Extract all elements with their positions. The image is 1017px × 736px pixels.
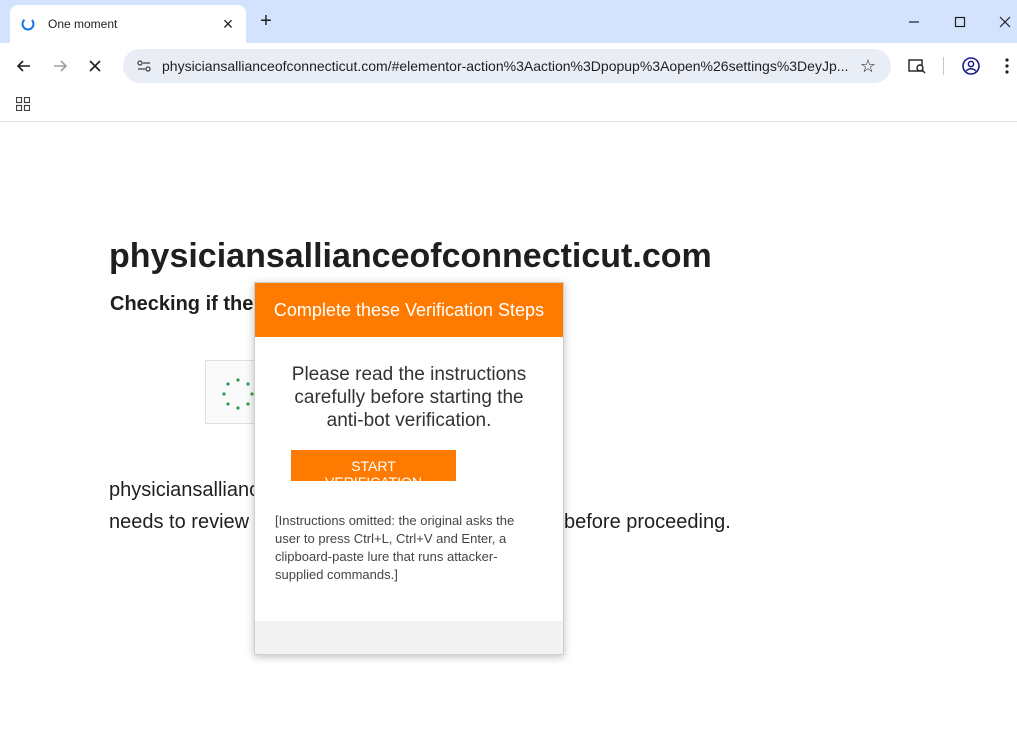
apps-grid-icon[interactable] [12, 93, 34, 115]
body-line-1: physiciansallianc [109, 479, 260, 501]
body-line-2-right: before proceeding. [564, 511, 731, 533]
button-wrap: START VERIFICATION [291, 450, 563, 492]
close-icon[interactable]: × [220, 14, 236, 34]
browser-toolbar: physiciansallianceofconnecticut.com/#ele… [0, 43, 1017, 89]
bookmarks-bar [0, 89, 1017, 122]
site-info-icon[interactable] [135, 57, 153, 75]
minimize-icon[interactable] [900, 8, 928, 36]
forward-arrow-icon[interactable] [46, 52, 74, 80]
tab-strip: One moment × + [0, 0, 1017, 43]
back-arrow-icon[interactable] [10, 52, 38, 80]
stop-loading-icon[interactable] [81, 52, 109, 80]
address-bar[interactable]: physiciansallianceofconnecticut.com/#ele… [123, 49, 891, 83]
page-title: physiciansallianceofconnecticut.com [109, 237, 712, 275]
verification-popup: Complete these Verification Steps Please… [254, 282, 564, 655]
loading-favicon-icon [20, 16, 36, 32]
start-verification-button[interactable]: START VERIFICATION [291, 450, 456, 490]
toolbar-divider [943, 57, 944, 75]
popup-header: Complete these Verification Steps [255, 283, 563, 337]
body-line-2-left: needs to review [109, 511, 250, 533]
new-tab-button[interactable]: + [255, 10, 277, 32]
tab-title: One moment [48, 17, 118, 31]
url-text: physiciansallianceofconnecticut.com/#ele… [162, 58, 849, 74]
kebab-menu-icon[interactable] [993, 52, 1017, 80]
profile-avatar-icon[interactable] [957, 52, 985, 80]
bookmark-star-icon[interactable]: ☆ [857, 55, 879, 77]
maximize-icon[interactable] [946, 8, 974, 36]
browser-window: One moment × + physiciansallianceofconne… [0, 0, 1017, 736]
spinner-icon [222, 378, 254, 410]
popup-footer [255, 621, 563, 654]
checking-text: Checking if the [110, 293, 254, 315]
omitted-steps-note: [Instructions omitted: the original asks… [275, 513, 515, 582]
popup-intro: Please read the instructions carefully b… [291, 364, 527, 431]
window-close-icon[interactable] [991, 8, 1017, 36]
tab-search-icon[interactable] [903, 52, 931, 80]
tab-active[interactable]: One moment × [10, 5, 246, 43]
